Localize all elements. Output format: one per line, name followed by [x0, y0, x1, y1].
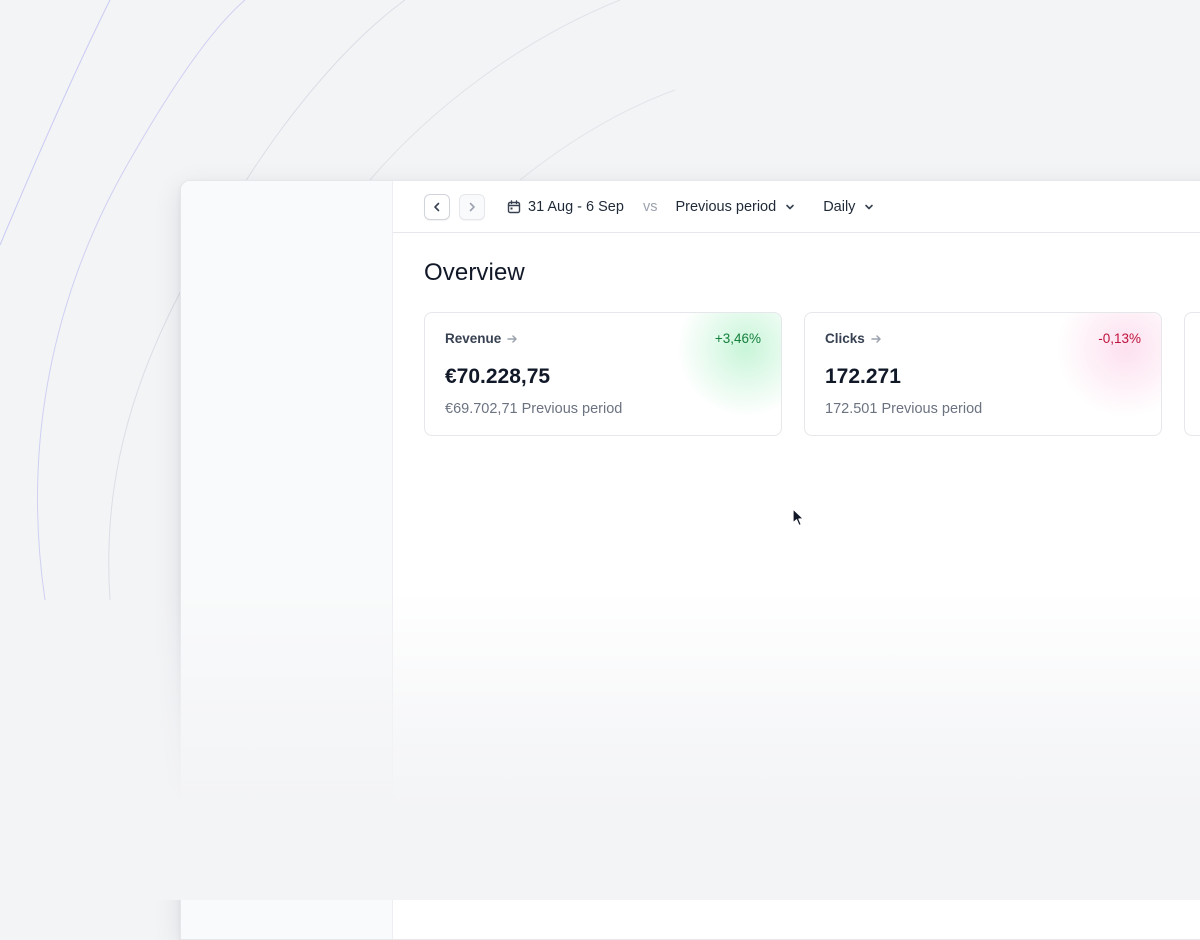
chevron-down-icon: [786, 204, 794, 209]
main-content: 31 Aug - 6 Sep vs Previous period Daily …: [393, 181, 1200, 939]
kpi-previous-value: €69.702,71 Previous period: [445, 401, 623, 417]
sidebar: [181, 181, 393, 939]
kpi-previous-value: 172.501 Previous period: [825, 401, 983, 417]
interval-dropdown[interactable]: Daily: [823, 199, 875, 215]
calendar-icon: [507, 199, 521, 213]
kpi-value: 172.271: [825, 365, 901, 388]
interval-label: Daily: [823, 198, 856, 215]
kpi-card-partial[interactable]: [1184, 312, 1200, 436]
comparison-label: Previous period: [675, 198, 777, 215]
kpi-card-revenue[interactable]: Revenue +3,46% €70.228,75 €69.702,71 Pre…: [424, 312, 782, 436]
next-period-button[interactable]: [459, 193, 485, 220]
date-range-picker[interactable]: 31 Aug - 6 Sep: [507, 199, 624, 215]
page-title: Overview: [424, 259, 525, 286]
arrow-right-icon: [871, 334, 881, 343]
app-window: 31 Aug - 6 Sep vs Previous period Daily …: [180, 180, 1200, 940]
chevron-down-icon: [865, 204, 874, 209]
positive-glow: [671, 313, 781, 423]
kpi-delta-badge: +3,46%: [714, 331, 761, 346]
kpi-card-clicks[interactable]: Clicks -0,13% 172.271 172.501 Previous p…: [804, 312, 1162, 436]
kpi-card-label-text: Clicks: [825, 331, 865, 346]
date-range-label: 31 Aug - 6 Sep: [528, 198, 624, 215]
kpi-value: €70.228,75: [445, 365, 551, 388]
negative-glow: [1051, 313, 1161, 423]
mouse-cursor-icon: [792, 508, 805, 527]
previous-period-button[interactable]: [424, 193, 450, 220]
kpi-card-label[interactable]: Revenue: [445, 331, 518, 346]
chevron-right-icon: [469, 202, 475, 211]
kpi-card-label-text: Revenue: [445, 331, 502, 346]
kpi-delta-badge: -0,13%: [1098, 331, 1141, 346]
toolbar: 31 Aug - 6 Sep vs Previous period Daily: [393, 181, 1200, 233]
kpi-card-label[interactable]: Clicks: [825, 331, 882, 346]
chevron-left-icon: [434, 202, 440, 211]
comparison-dropdown[interactable]: Previous period: [675, 199, 796, 215]
vs-label: vs: [642, 198, 658, 215]
arrow-right-icon: [507, 334, 518, 343]
